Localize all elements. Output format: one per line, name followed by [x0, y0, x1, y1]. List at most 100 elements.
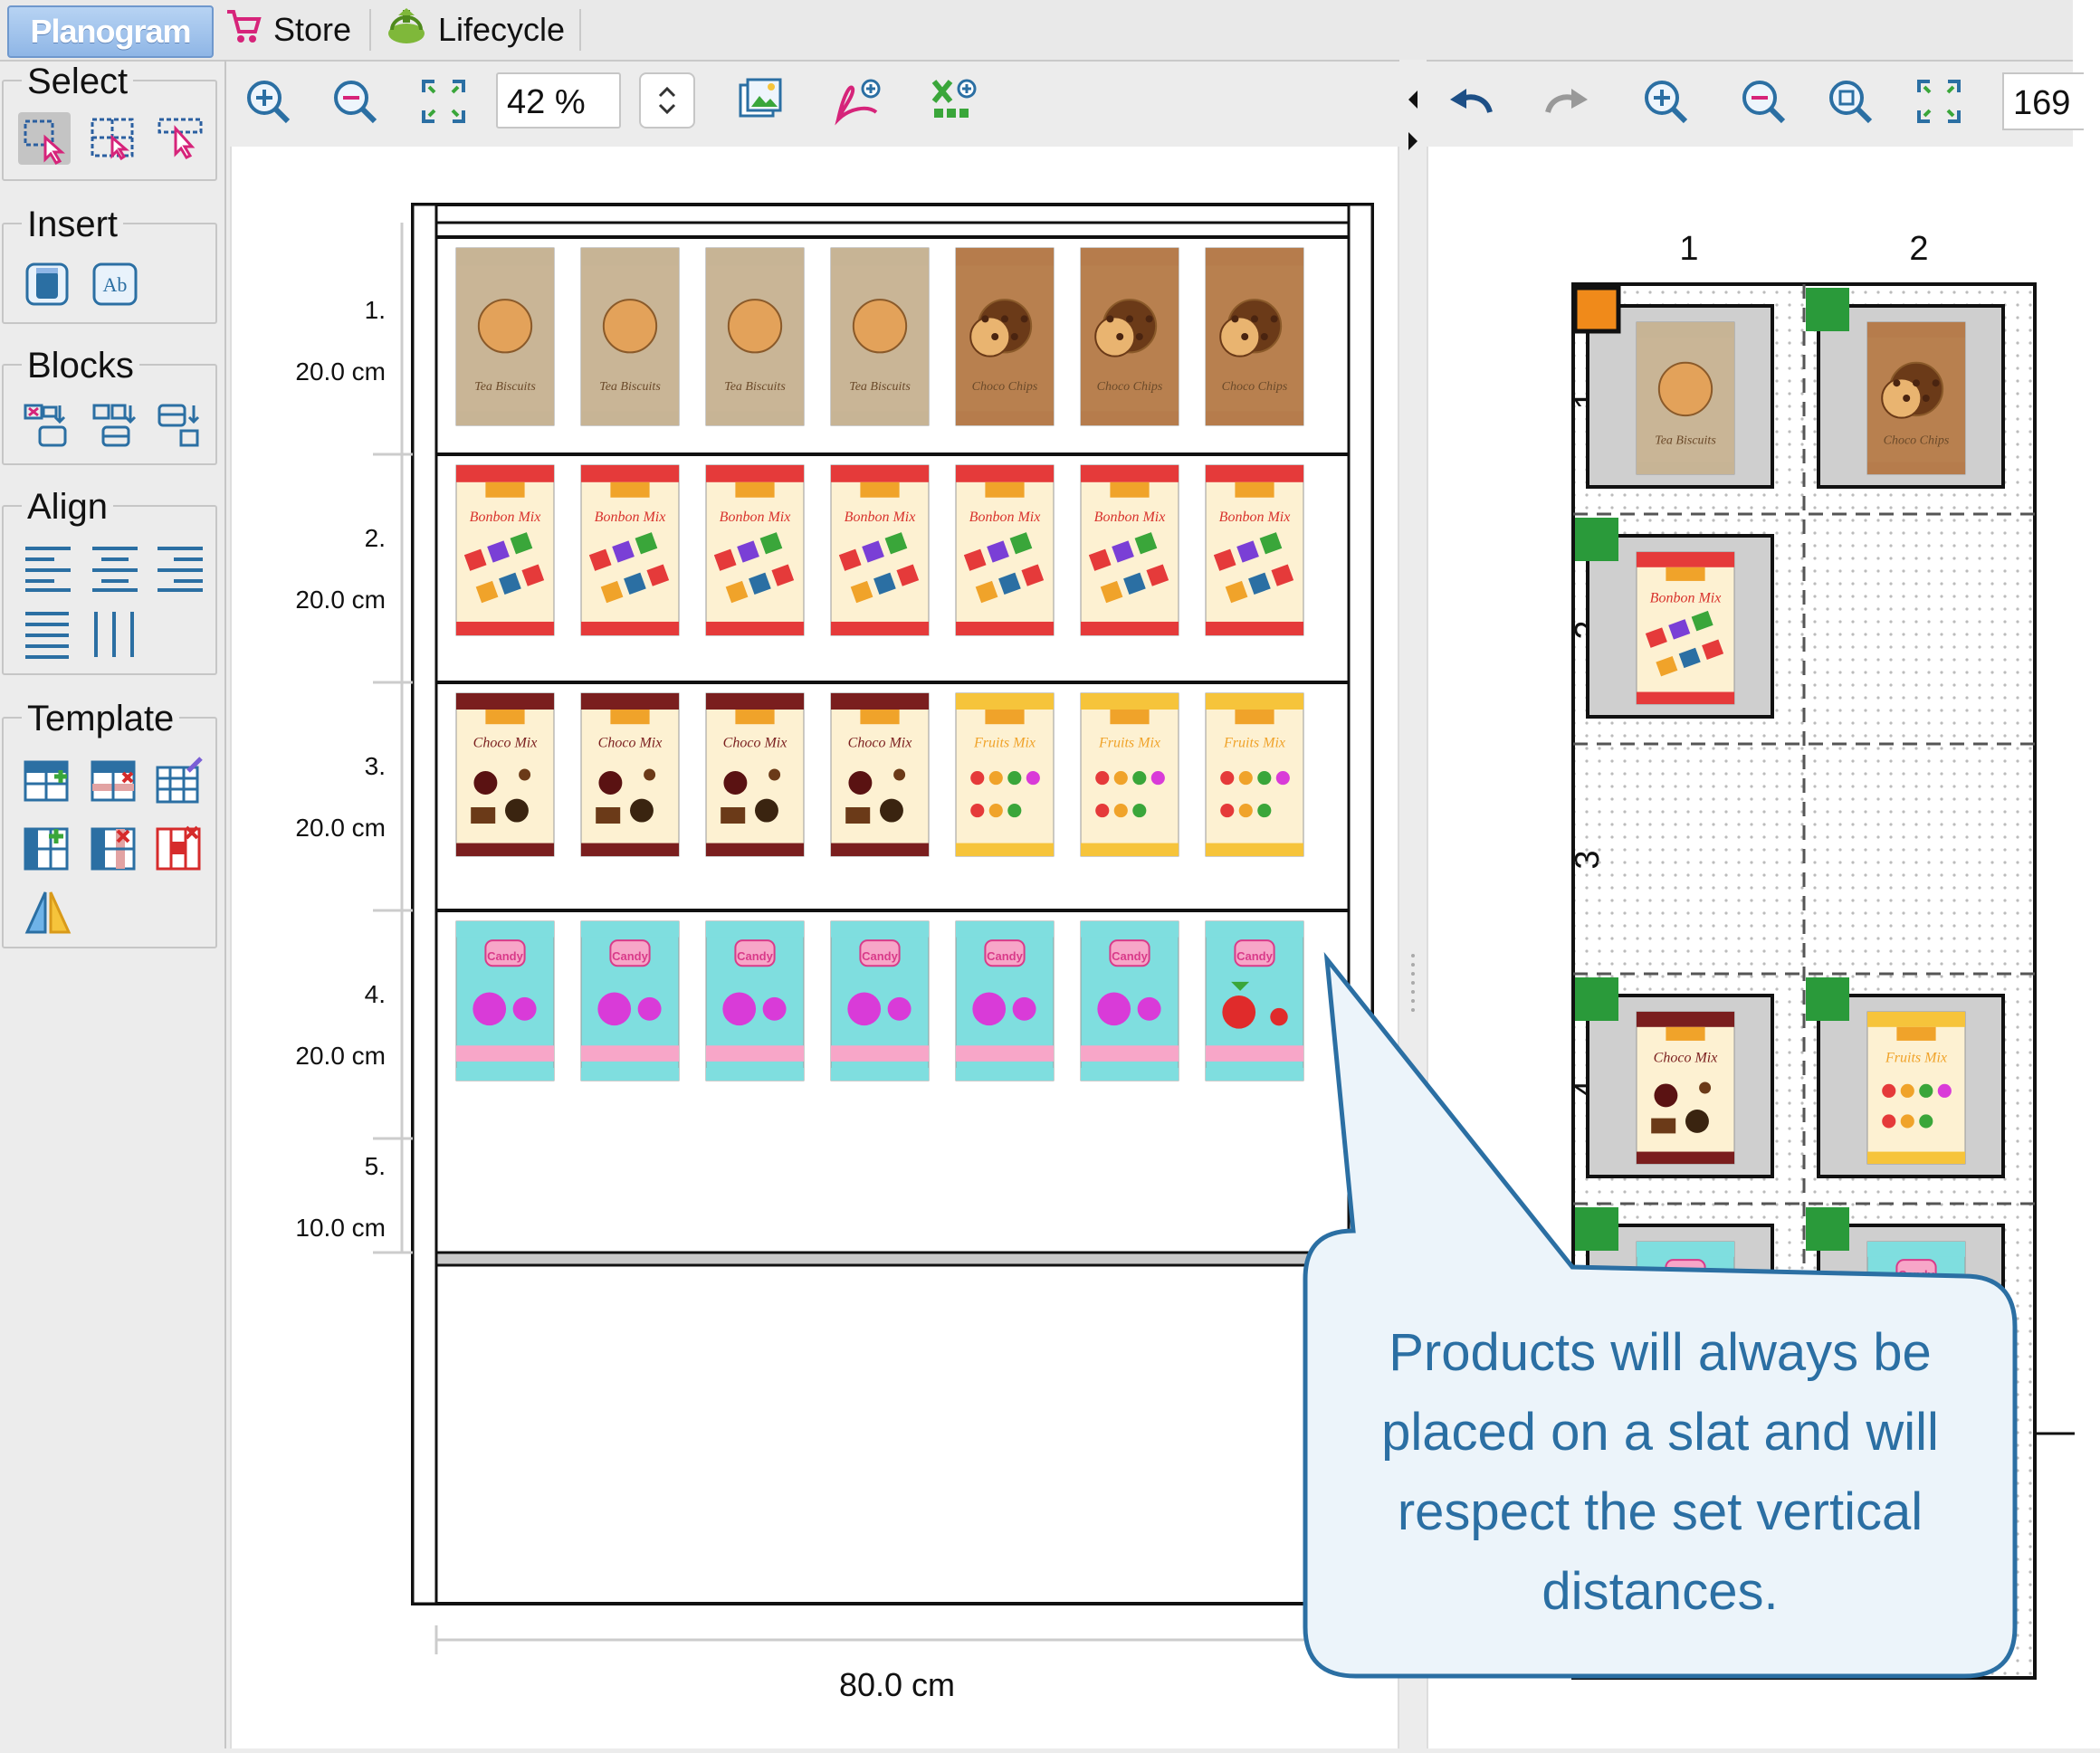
svg-text:Choco Chips: Choco Chips — [1097, 380, 1163, 394]
select-group-title: Select — [22, 62, 134, 102]
template-delete-column-icon[interactable] — [89, 822, 141, 874]
product-pack: Choco Mix — [580, 692, 680, 857]
grid-cell: Choco Mix — [1575, 977, 1774, 1178]
product-pack: Bonbon Mix — [955, 464, 1055, 636]
block-move-icon[interactable] — [89, 400, 141, 453]
grid-cell-marker — [1575, 518, 1618, 561]
zoom-selection-icon[interactable] — [1825, 76, 1876, 127]
palette-divider — [224, 60, 226, 1748]
align-center-icon[interactable] — [89, 541, 141, 594]
align-justify-icon[interactable] — [22, 608, 74, 661]
grid-cell-marker — [1572, 285, 1621, 334]
block-group-icon[interactable] — [154, 400, 206, 453]
product-pack: Bonbon Mix — [580, 464, 680, 636]
shelf-2-height: 20.0 cm — [295, 586, 386, 614]
product-pack: Bonbon Mix — [1205, 464, 1304, 636]
align-distribute-icon[interactable] — [89, 608, 141, 661]
right-zoom-input[interactable]: 169 — [2002, 72, 2084, 130]
template-delete-row-icon[interactable] — [89, 755, 141, 807]
select-row-icon[interactable] — [154, 112, 206, 165]
right-fit-to-screen-icon[interactable] — [1914, 76, 1964, 127]
svg-text:Candy: Candy — [612, 949, 649, 963]
svg-text:Choco Chips: Choco Chips — [1222, 380, 1288, 394]
tab-divider — [579, 9, 581, 51]
excel-export-icon[interactable] — [929, 76, 979, 127]
svg-text:Candy: Candy — [1112, 949, 1149, 963]
svg-text:Bonbon Mix: Bonbon Mix — [845, 510, 916, 525]
svg-text:Bonbon Mix: Bonbon Mix — [470, 510, 541, 525]
right-zoom-out-icon[interactable] — [1738, 76, 1789, 127]
template-delete-icon[interactable] — [154, 822, 206, 874]
product-pack: Choco Mix — [455, 692, 555, 857]
undo-icon[interactable] — [1445, 76, 1495, 127]
shelf-1-height: 20.0 cm — [295, 357, 386, 386]
template-edit-icon[interactable] — [154, 755, 206, 807]
product-pack: Fruits Mix — [1866, 1011, 1966, 1165]
block-delete-icon[interactable] — [20, 400, 72, 453]
align-left-icon[interactable] — [22, 541, 74, 594]
insert-product-icon[interactable] — [22, 259, 74, 311]
image-export-icon[interactable] — [735, 76, 786, 127]
grid-cell-marker — [1575, 1207, 1618, 1251]
tab-lifecycle-label: Lifecycle — [438, 11, 566, 48]
zoom-input[interactable]: 42 % — [496, 72, 621, 129]
product-pack: Fruits Mix — [955, 692, 1055, 857]
svg-text:Choco Mix: Choco Mix — [1654, 1050, 1718, 1065]
window-right-margin — [2073, 0, 2100, 1748]
product-pack: Choco Chips — [1866, 321, 1966, 475]
product-pack: Fruits Mix — [1080, 692, 1179, 857]
template-add-column-icon[interactable] — [22, 822, 74, 874]
select-pointer-icon[interactable] — [18, 112, 71, 165]
right-zoom-in-icon[interactable] — [1640, 76, 1691, 127]
product-pack: Choco Chips — [1205, 247, 1304, 426]
zoom-out-icon[interactable] — [329, 76, 380, 127]
align-right-icon[interactable] — [154, 541, 206, 594]
product-pack: Tea Biscuits — [705, 247, 805, 426]
template-mirror-icon[interactable] — [22, 887, 74, 939]
zoom-stepper[interactable] — [639, 72, 695, 129]
svg-text:Tea Biscuits: Tea Biscuits — [1655, 433, 1716, 447]
planogram-canvas[interactable]: 1. 20.0 cm 2. 20.0 cm 3. 20.0 cm 4. 20.0… — [230, 147, 1399, 1748]
tab-store[interactable]: Store — [224, 5, 351, 54]
insert-group-title: Insert — [22, 205, 124, 245]
product-pack: Fruits Mix — [1205, 692, 1304, 857]
grid-cell: Fruits Mix — [1806, 977, 2005, 1178]
blocks-group: Blocks — [2, 346, 217, 465]
product-pack: Tea Biscuits — [580, 247, 680, 426]
shelf-1-number: 1. — [365, 296, 386, 324]
tab-planogram-label: Planogram — [30, 13, 191, 50]
svg-text:Candy: Candy — [1236, 949, 1274, 963]
product-pack: Choco Mix — [705, 692, 805, 857]
select-grid-icon[interactable] — [87, 112, 139, 165]
product-pack: Choco Chips — [1080, 247, 1179, 426]
tab-divider — [369, 9, 371, 51]
tab-lifecycle[interactable]: Lifecycle — [386, 5, 565, 54]
template-add-row-icon[interactable] — [22, 755, 74, 807]
grid-cell: Candy — [1575, 1207, 1774, 1408]
width-label: 80.0 cm — [839, 1666, 955, 1703]
panel-splitter[interactable] — [1399, 60, 1427, 1748]
shelf-3-height: 20.0 cm — [295, 814, 386, 842]
insert-text-icon[interactable]: Ab — [89, 259, 141, 311]
svg-text:Choco Chips: Choco Chips — [1884, 433, 1950, 447]
tab-planogram[interactable]: Planogram — [7, 5, 214, 58]
svg-text:Choco Mix: Choco Mix — [723, 735, 788, 750]
svg-text:Bonbon Mix: Bonbon Mix — [969, 510, 1041, 525]
cart-icon — [224, 7, 262, 53]
pdf-export-icon[interactable] — [831, 76, 882, 127]
grid-column-label: 1 — [1679, 230, 1698, 268]
product-pack: Bonbon Mix — [1080, 464, 1179, 636]
zoom-in-icon[interactable] — [243, 76, 293, 127]
svg-text:Fruits Mix: Fruits Mix — [1098, 735, 1160, 750]
align-group-title: Align — [22, 487, 113, 528]
product-pack: Tea Biscuits — [830, 247, 930, 426]
grid-cell-marker — [1806, 288, 1849, 331]
product-pack: Choco Chips — [955, 247, 1055, 426]
fit-to-screen-icon[interactable] — [418, 76, 469, 127]
lifecycle-icon — [386, 6, 427, 54]
product-pack: Choco Mix — [1636, 1011, 1735, 1165]
grid-cell: Bonbon Mix — [1575, 518, 1774, 719]
grid-canvas[interactable]: 1 2 1 2 3 4 Tea BiscuitsChoco ChipsBonbo… — [1427, 147, 2075, 1748]
product-pack: Candy — [1866, 1241, 1966, 1395]
redo-icon[interactable] — [1542, 76, 1593, 127]
